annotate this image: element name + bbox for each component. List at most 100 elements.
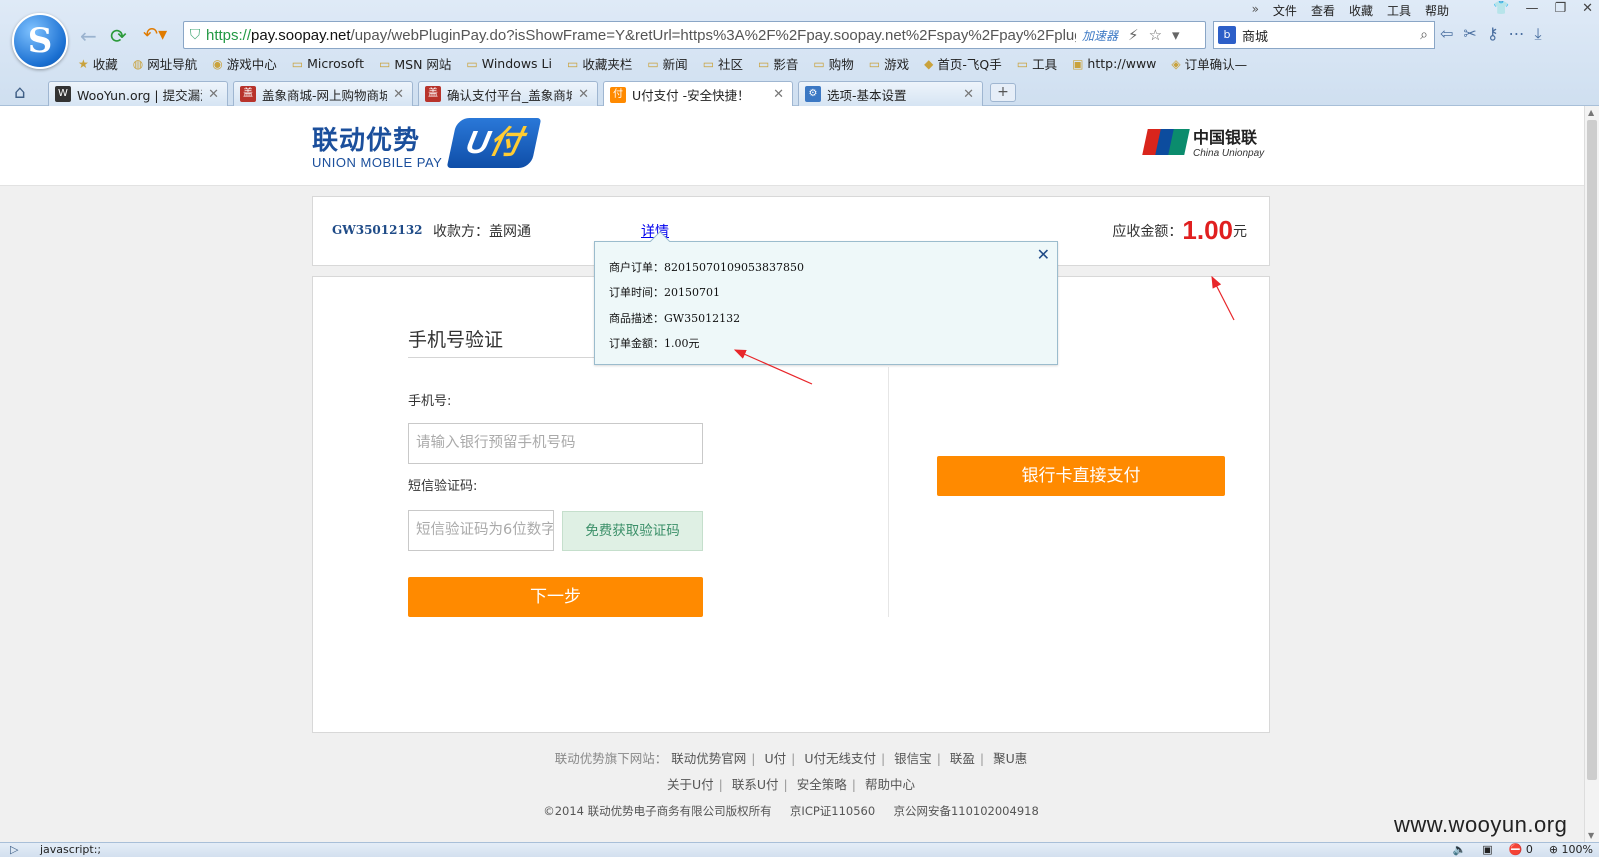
favorite-item[interactable]: ▭ 游戏 (869, 54, 909, 73)
footer-link[interactable]: 联盈 (950, 751, 975, 766)
zoom-level[interactable]: ⊕ 100% (1549, 843, 1593, 856)
browser-logo-icon[interactable]: S (12, 13, 68, 69)
favorite-item[interactable]: ◈ 订单确认— (1171, 54, 1247, 73)
close-icon[interactable]: ✕ (1037, 245, 1050, 264)
search-engine-icon[interactable]: b (1218, 26, 1236, 44)
tab-gaixiang-mall[interactable]: 盖 盖象商城-网上购物商城 ✕ (233, 81, 413, 106)
get-sms-code-button[interactable]: 免费获取验证码 (562, 511, 703, 551)
next-step-button[interactable]: 下一步 (408, 577, 703, 617)
star-icon[interactable]: ☆ (1149, 26, 1162, 44)
favorite-item[interactable]: ▭ MSN 网站 (379, 54, 451, 73)
restore-icon[interactable]: ❐ (1554, 1, 1566, 16)
tab-close-icon[interactable]: ✕ (963, 87, 974, 102)
favorite-item[interactable]: ★ 收藏 (78, 54, 118, 73)
scroll-up-icon[interactable]: ▲ (1588, 108, 1594, 117)
upay-logo-icon: U付 (446, 118, 542, 168)
tab-upay-active[interactable]: 付 U付支付 -安全快捷！ ✕ (603, 81, 793, 107)
favorite-item[interactable]: ▭ 影音 (758, 54, 798, 73)
skin-icon[interactable]: 👕 (1493, 1, 1509, 16)
folder-icon: ▭ (868, 56, 881, 71)
tab-bar: ⌂ W WooYun.org | 提交漏洞 ✕ 盖 盖象商城-网上购物商城 ✕ … (0, 80, 1599, 107)
globe-icon: ◍ (132, 56, 144, 71)
address-bar[interactable]: ⛉ https://pay.soopay.net/upay/webPluginP… (183, 21, 1206, 49)
toolbar-right: ⇦ ✂ ⚷ ⋯ ⤓ (1440, 24, 1542, 44)
briefcase-icon[interactable]: ▣ (1482, 843, 1492, 856)
scissors-icon[interactable]: ✂ (1463, 24, 1476, 44)
scroll-thumb[interactable] (1587, 120, 1597, 780)
vertical-scrollbar[interactable]: ▲ ▼ (1584, 106, 1599, 842)
tab-close-icon[interactable]: ✕ (578, 87, 589, 102)
close-window-icon[interactable]: ✕ (1582, 1, 1593, 16)
more-icon[interactable]: ⋯ (1509, 24, 1525, 44)
footer-link[interactable]: 聚U惠 (993, 751, 1027, 766)
bank-card-pay-button[interactable]: 银行卡直接支付 (937, 456, 1225, 496)
favorite-item[interactable]: ▭ 购物 (813, 54, 853, 73)
undo-icon[interactable]: ↶▾ (143, 24, 167, 45)
footer-link[interactable]: U付无线支付 (804, 751, 876, 766)
favorite-item[interactable]: ◍ 网址导航 (133, 54, 198, 73)
page-icon: ▣ (1072, 56, 1084, 71)
adblock-counter[interactable]: ⛔ 0 (1509, 843, 1533, 856)
unionpay-logo: 中国银联 China Unionpay (1142, 124, 1264, 159)
sms-code-input[interactable]: 短信验证码为6位数字 (408, 510, 554, 551)
back-icon[interactable]: ← (80, 24, 97, 48)
phone-input[interactable]: 请输入银行预留手机号码 (408, 423, 703, 464)
footer-link[interactable]: 关于U付 (667, 777, 714, 792)
folder-icon: ▭ (647, 56, 659, 71)
favorite-item[interactable]: ◉ 游戏中心 (212, 54, 277, 73)
menu-bar: » 文件 查看 收藏 工具 帮助 (1252, 2, 1449, 19)
tab-wooyun[interactable]: W WooYun.org | 提交漏洞 ✕ (48, 81, 228, 106)
tab-options[interactable]: ⚙ 选项-基本设置 ✕ (798, 81, 983, 106)
favorite-item[interactable]: ▭ 新闻 (647, 54, 687, 73)
minimize-icon[interactable]: — (1525, 1, 1538, 16)
tab-close-icon[interactable]: ✕ (773, 87, 784, 102)
address-url[interactable]: https://pay.soopay.net/upay/webPluginPay… (206, 27, 1076, 44)
favorite-item[interactable]: ▭ Windows Li (466, 54, 552, 73)
favorite-item[interactable]: ◆ 首页-飞Q手 (924, 54, 1002, 73)
home-icon[interactable]: ⌂ (14, 82, 25, 103)
footer-link[interactable]: 联动优势官网 (671, 751, 746, 766)
amount-value: 1.00 (1182, 215, 1233, 245)
scroll-down-icon[interactable]: ▼ (1588, 831, 1594, 840)
search-icon[interactable]: ⌕ (1420, 27, 1428, 43)
folder-icon: ▭ (466, 56, 478, 71)
dropdown-icon[interactable]: ▾ (1172, 26, 1180, 44)
menu-favorites[interactable]: 收藏 (1349, 2, 1373, 19)
favorite-item[interactable]: ▣ http://www (1072, 54, 1156, 73)
tab-close-icon[interactable]: ✕ (393, 87, 404, 102)
menu-overflow-icon[interactable]: » (1252, 2, 1259, 19)
login-icon[interactable]: ⇦ (1440, 24, 1453, 44)
lightning-icon[interactable]: ⚡ (1128, 26, 1139, 44)
favorite-item[interactable]: ▭ Microsoft (292, 54, 364, 73)
amount-due: 应收金额：1.00元 (1112, 215, 1247, 245)
favorite-item[interactable]: ▭ 工具 (1017, 54, 1057, 73)
accelerator-button[interactable]: 加速器 (1082, 27, 1118, 44)
menu-file[interactable]: 文件 (1273, 2, 1297, 19)
menu-tools[interactable]: 工具 (1387, 2, 1411, 19)
section-title: 手机号验证 (408, 329, 504, 351)
folder-icon: ▭ (1016, 56, 1029, 71)
volume-icon[interactable]: 🔈 (1453, 843, 1467, 856)
favorites-bar: ★ 收藏 ◍ 网址导航 ◉ 游戏中心 ▭ Microsoft ▭ MSN 网站 ▭ Windows L… (78, 54, 1262, 73)
order-details-popup: ✕ 商户订单：820150701090538378​50 订单时间：201507… (594, 231, 1058, 365)
footer-link[interactable]: 安全策略 (797, 777, 847, 792)
favorite-item[interactable]: ▭ 社区 (703, 54, 743, 73)
footer-link[interactable]: 帮助中心 (865, 777, 915, 792)
search-box[interactable]: b 商城 ⌕ (1213, 21, 1435, 49)
tab-close-icon[interactable]: ✕ (208, 87, 219, 102)
favorite-item[interactable]: ▭ 收藏夹栏 (567, 54, 632, 73)
tab-confirm-payment[interactable]: 盖 确认支付平台_盖象商城 ✕ (418, 81, 598, 106)
feiq-icon: ◆ (924, 56, 934, 71)
new-tab-button[interactable]: + (990, 83, 1016, 102)
footer-link[interactable]: 银信宝 (894, 751, 932, 766)
watermark: www.wooyun.org (1394, 812, 1568, 837)
footer-link[interactable]: U付 (764, 751, 786, 766)
menu-view[interactable]: 查看 (1311, 2, 1335, 19)
footer-link[interactable]: 联系U付 (732, 777, 779, 792)
menu-help[interactable]: 帮助 (1425, 2, 1449, 19)
refresh-icon[interactable]: ⟳ (110, 24, 127, 48)
download-icon[interactable]: ⤓ (1535, 24, 1542, 44)
search-input[interactable]: 商城 (1242, 26, 1420, 45)
sidebar-toggle-icon[interactable]: ▷ (10, 843, 18, 856)
key-icon[interactable]: ⚷ (1487, 24, 1499, 44)
